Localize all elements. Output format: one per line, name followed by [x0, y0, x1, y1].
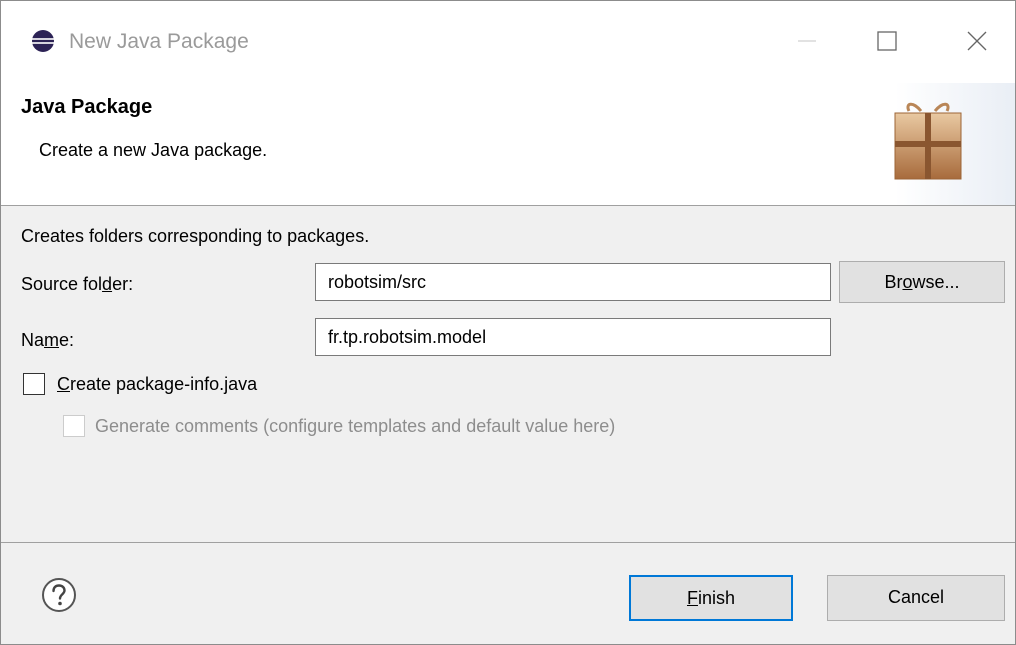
wizard-banner: Java Package Create a new Java package.	[1, 83, 1015, 206]
cancel-button[interactable]: Cancel	[827, 575, 1005, 621]
wizard-body: Creates folders corresponding to package…	[1, 206, 1015, 542]
generate-comments-label: Generate comments (configure templates a…	[95, 416, 616, 436]
maximize-icon	[877, 31, 897, 51]
package-gift-icon	[894, 102, 962, 180]
banner-description: Create a new Java package.	[39, 140, 268, 160]
wizard-footer: Finish Cancel	[1, 542, 1015, 644]
help-icon[interactable]	[41, 577, 77, 613]
generate-comments-checkbox	[63, 415, 85, 437]
new-java-package-dialog: New Java Package Java Package Create a n…	[0, 0, 1016, 645]
source-folder-input[interactable]	[315, 263, 831, 301]
create-package-info-checkbox[interactable]	[23, 373, 45, 395]
finish-button[interactable]: Finish	[629, 575, 793, 621]
minimize-icon	[798, 40, 816, 42]
banner-title: Java Package	[21, 96, 153, 118]
package-name-input[interactable]	[315, 318, 831, 356]
minimize-button[interactable]	[787, 23, 827, 59]
browse-button[interactable]: Browse...	[839, 261, 1005, 303]
source-folder-label: Source folder:	[21, 274, 134, 294]
close-button[interactable]	[957, 23, 997, 59]
name-label: Name:	[21, 330, 75, 350]
create-package-info-label[interactable]: Create package-info.java	[57, 372, 257, 396]
window-title: New Java Package	[69, 30, 249, 53]
eclipse-icon	[32, 30, 54, 52]
intro-text: Creates folders corresponding to package…	[21, 226, 370, 246]
close-icon	[967, 31, 987, 51]
title-bar: New Java Package	[1, 1, 1015, 83]
maximize-button[interactable]	[867, 23, 907, 59]
